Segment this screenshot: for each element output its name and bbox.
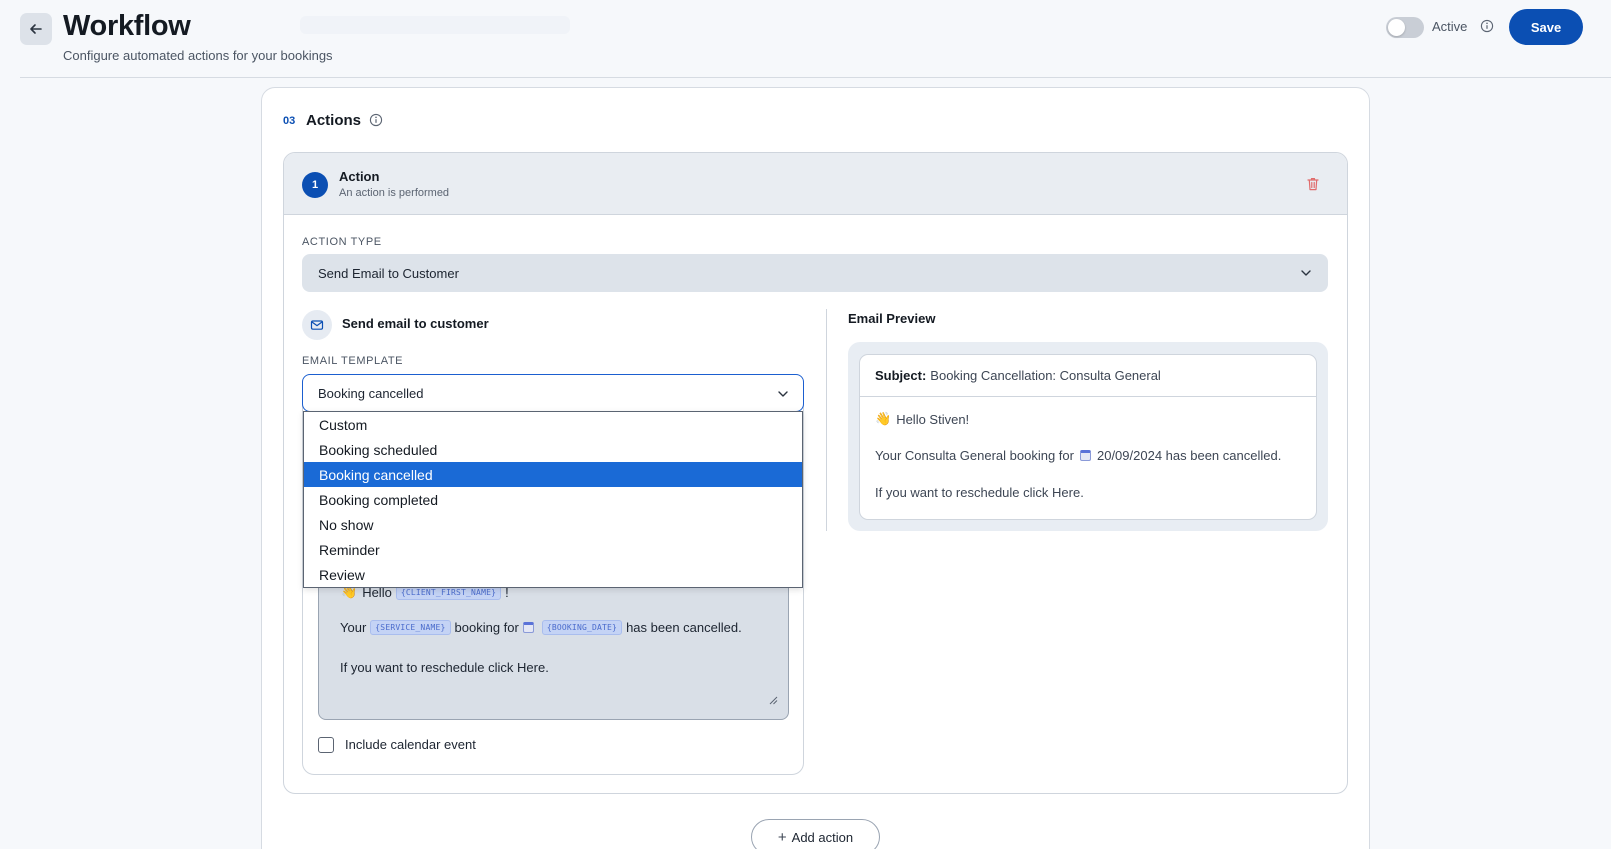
- template-option-booking-cancelled[interactable]: Booking cancelled: [304, 462, 802, 487]
- calendar-icon: [1079, 450, 1091, 461]
- active-label: Active: [1432, 19, 1468, 34]
- action-type-value: Send Email to Customer: [318, 265, 459, 281]
- email-preview-title: Email Preview: [848, 311, 936, 326]
- section-number: 03: [283, 115, 296, 127]
- preview-booking-line: Your Consulta General booking for 20/09/…: [875, 448, 1281, 463]
- action-title: Action: [339, 169, 380, 184]
- include-calendar-label: Include calendar event: [345, 737, 476, 752]
- email-template-dropdown: Custom Booking scheduled Booking cancell…: [303, 411, 803, 588]
- back-button[interactable]: [20, 13, 52, 45]
- body-your-text: Your: [340, 620, 367, 635]
- include-calendar-checkbox[interactable]: [318, 737, 334, 753]
- preview-subject-value: Booking Cancellation: Consulta General: [930, 368, 1161, 383]
- chevron-down-icon: [1301, 270, 1311, 276]
- section-title: Actions: [306, 112, 362, 129]
- preview-hello-text: Hello Stiven!: [896, 411, 970, 427]
- body-reschedule-text: If you want to reschedule click Here.: [340, 660, 549, 675]
- info-icon[interactable]: [369, 113, 383, 127]
- preview-subject-label: Subject:: [875, 368, 927, 383]
- trash-icon[interactable]: [1305, 176, 1321, 192]
- email-template-value: Booking cancelled: [318, 385, 424, 401]
- body-booking-for-text: booking for: [454, 620, 519, 635]
- template-option-reminder[interactable]: Reminder: [304, 537, 802, 562]
- info-icon[interactable]: [1480, 19, 1494, 33]
- body-cancelled-text: has been cancelled.: [626, 620, 742, 635]
- email-body-textarea[interactable]: 👋 Hello {CLIENT_FIRST_NAME} ! Your {SERV…: [318, 578, 789, 720]
- add-action-label: Add action: [791, 829, 854, 845]
- template-option-booking-scheduled[interactable]: Booking scheduled: [304, 437, 802, 462]
- toggle-knob: [1388, 19, 1405, 36]
- template-option-no-show[interactable]: No show: [304, 512, 802, 537]
- column-divider: [826, 309, 827, 531]
- email-preview-card: Subject: Booking Cancellation: Consulta …: [859, 354, 1317, 520]
- template-option-review[interactable]: Review: [304, 562, 802, 587]
- mail-icon-badge: [302, 310, 332, 340]
- action-subtitle: An action is performed: [339, 187, 450, 199]
- template-option-custom[interactable]: Custom: [304, 412, 802, 437]
- active-toggle[interactable]: [1386, 17, 1424, 38]
- chevron-down-icon: [778, 391, 788, 397]
- action-header: 1 Action An action is performed: [284, 153, 1347, 215]
- booking-date-tag: {BOOKING_DATE}: [541, 620, 623, 635]
- mail-icon: [310, 320, 324, 330]
- action-type-select[interactable]: Send Email to Customer: [302, 254, 1328, 292]
- wave-hand-icon: 👋: [875, 411, 892, 426]
- send-email-title: Send email to customer: [342, 316, 489, 331]
- page-header: Workflow Configure automated actions for…: [0, 0, 1611, 78]
- save-button[interactable]: Save: [1509, 9, 1583, 45]
- preview-line1-start: Your Consulta General booking for: [875, 448, 1074, 463]
- preview-subject-row: Subject: Booking Cancellation: Consulta …: [860, 355, 1316, 397]
- calendar-icon: [522, 622, 534, 633]
- email-template-select[interactable]: Booking cancelled: [302, 374, 804, 412]
- preview-reschedule-line: If you want to reschedule click Here.: [875, 485, 1084, 500]
- add-action-button[interactable]: + Add action: [751, 819, 880, 849]
- page-subtitle: Configure automated actions for your boo…: [63, 48, 333, 63]
- preview-hello-line: 👋 Hello Stiven!: [875, 411, 969, 427]
- page-title: Workflow: [63, 10, 191, 42]
- template-option-booking-completed[interactable]: Booking completed: [304, 487, 802, 512]
- header-divider: [20, 77, 1611, 78]
- preview-line1-end: 20/09/2024 has been cancelled.: [1096, 448, 1282, 463]
- resize-handle-icon[interactable]: [769, 696, 778, 705]
- email-template-label: EMAIL TEMPLATE: [302, 355, 404, 367]
- action-type-label: ACTION TYPE: [302, 236, 382, 248]
- service-name-tag: {SERVICE_NAME}: [370, 620, 451, 635]
- body-line-booking: Your {SERVICE_NAME} booking for {BOOKING…: [340, 620, 742, 635]
- plus-icon: +: [777, 828, 787, 846]
- arrow-left-icon: [30, 24, 42, 34]
- action-number-badge: 1: [302, 172, 328, 198]
- header-placeholder: [300, 16, 570, 34]
